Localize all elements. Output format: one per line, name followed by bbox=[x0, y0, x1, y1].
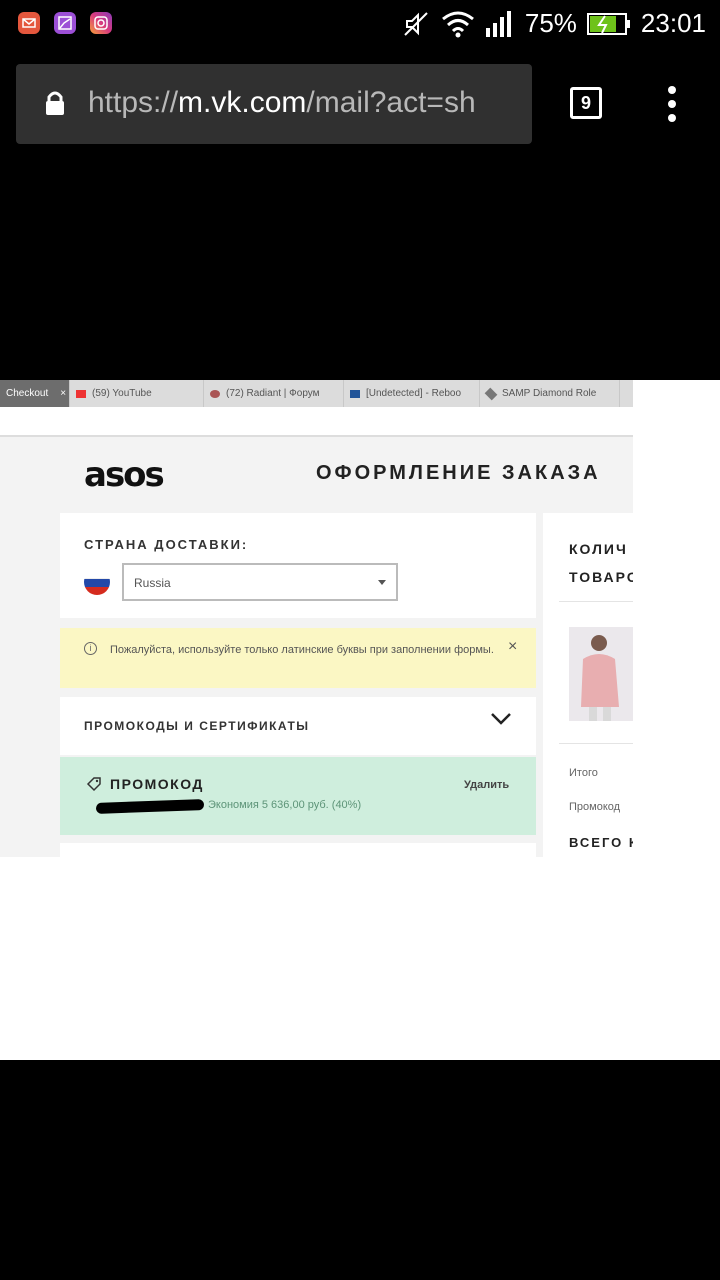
total-label: ВСЕГО К bbox=[569, 835, 633, 850]
browser-tab: [Undetected] - Reboo bbox=[344, 380, 480, 407]
mail-app-icon bbox=[18, 12, 40, 34]
summary-title: КОЛИЧ ТОВАРО bbox=[569, 541, 633, 585]
russia-flag-icon bbox=[84, 569, 110, 595]
product-thumbnail[interactable] bbox=[569, 627, 633, 721]
chevron-down-icon bbox=[378, 580, 386, 585]
remove-promo-link[interactable]: Удалить bbox=[464, 779, 509, 791]
lock-icon bbox=[46, 91, 64, 115]
promo-section-header[interactable]: ПРОМОКОДЫ И СЕРТИФИКАТЫ bbox=[60, 697, 536, 755]
tab-switcher-button[interactable]: 9 bbox=[570, 87, 602, 119]
battery-charging-icon bbox=[586, 12, 630, 35]
browser-tab: (59) YouTube bbox=[70, 380, 204, 407]
url-text[interactable]: https://m.vk.com/mail?act=sh bbox=[88, 86, 528, 120]
divider bbox=[559, 601, 633, 602]
wifi-icon bbox=[441, 11, 474, 37]
overflow-menu-icon[interactable] bbox=[664, 86, 680, 126]
promo-saving: Экономия 5 636,00 руб. (40%) bbox=[208, 799, 362, 811]
tag-icon bbox=[86, 777, 101, 792]
signal-icon bbox=[485, 10, 511, 37]
country-select[interactable]: Russia bbox=[122, 563, 398, 601]
clock: 23:01 bbox=[640, 8, 706, 38]
next-panel bbox=[60, 843, 536, 857]
latin-letters-notice: i Пожалуйста, используйте только латинск… bbox=[60, 628, 536, 688]
address-strip bbox=[0, 407, 633, 437]
heart-icon bbox=[210, 389, 220, 398]
subtotal-label: Итого bbox=[569, 767, 598, 779]
country-label: СТРАНА ДОСТАВКИ: bbox=[84, 537, 249, 552]
asos-checkout-page: Checkout × (59) YouTube (72) Radiant | Фо… bbox=[0, 380, 633, 857]
brand-logo: asos bbox=[84, 455, 165, 495]
order-summary-panel: КОЛИЧ ТОВАРО Итого Промокод ВСЕГО К bbox=[543, 513, 633, 857]
shared-screenshot: Checkout × (59) YouTube (72) Radiant | Фо… bbox=[0, 380, 720, 1060]
browser-tab: Checkout × bbox=[0, 380, 70, 407]
browser-tab-strip: Checkout × (59) YouTube (72) Radiant | Фо… bbox=[0, 380, 633, 407]
youtube-icon bbox=[76, 389, 86, 398]
browser-tab: SAMP Diamond Role bbox=[480, 380, 620, 407]
site-icon bbox=[350, 389, 360, 398]
close-icon[interactable]: × bbox=[508, 638, 517, 656]
country-panel: СТРАНА ДОСТАВКИ: Russia bbox=[60, 513, 536, 618]
diamond-icon bbox=[484, 387, 498, 400]
mute-icon bbox=[404, 11, 428, 36]
promo-row-label: Промокод bbox=[569, 801, 621, 813]
instagram-app-icon bbox=[90, 12, 112, 34]
info-icon: i bbox=[84, 642, 97, 655]
notice-text: Пожалуйста, используйте только латинские… bbox=[110, 644, 494, 656]
promo-section-label: ПРОМОКОДЫ И СЕРТИФИКАТЫ bbox=[84, 719, 310, 733]
battery-percent: 75% bbox=[524, 8, 577, 38]
divider bbox=[559, 743, 633, 744]
status-bar: 75% 23:01 bbox=[0, 0, 720, 50]
promo-label: ПРОМОКОД bbox=[110, 776, 204, 792]
applied-promo: ПРОМОКОД Удалить Экономия 5 636,00 руб. … bbox=[60, 757, 536, 835]
chevron-down-icon bbox=[491, 713, 511, 725]
redacted-code bbox=[95, 799, 205, 814]
url-bar[interactable]: https://m.vk.com/mail?act=sh bbox=[16, 64, 532, 144]
page-title: ОФОРМЛЕНИЕ ЗАКАЗА bbox=[316, 462, 601, 484]
gallery-app-icon bbox=[54, 12, 76, 34]
browser-tab: (72) Radiant | Форум bbox=[204, 380, 344, 407]
